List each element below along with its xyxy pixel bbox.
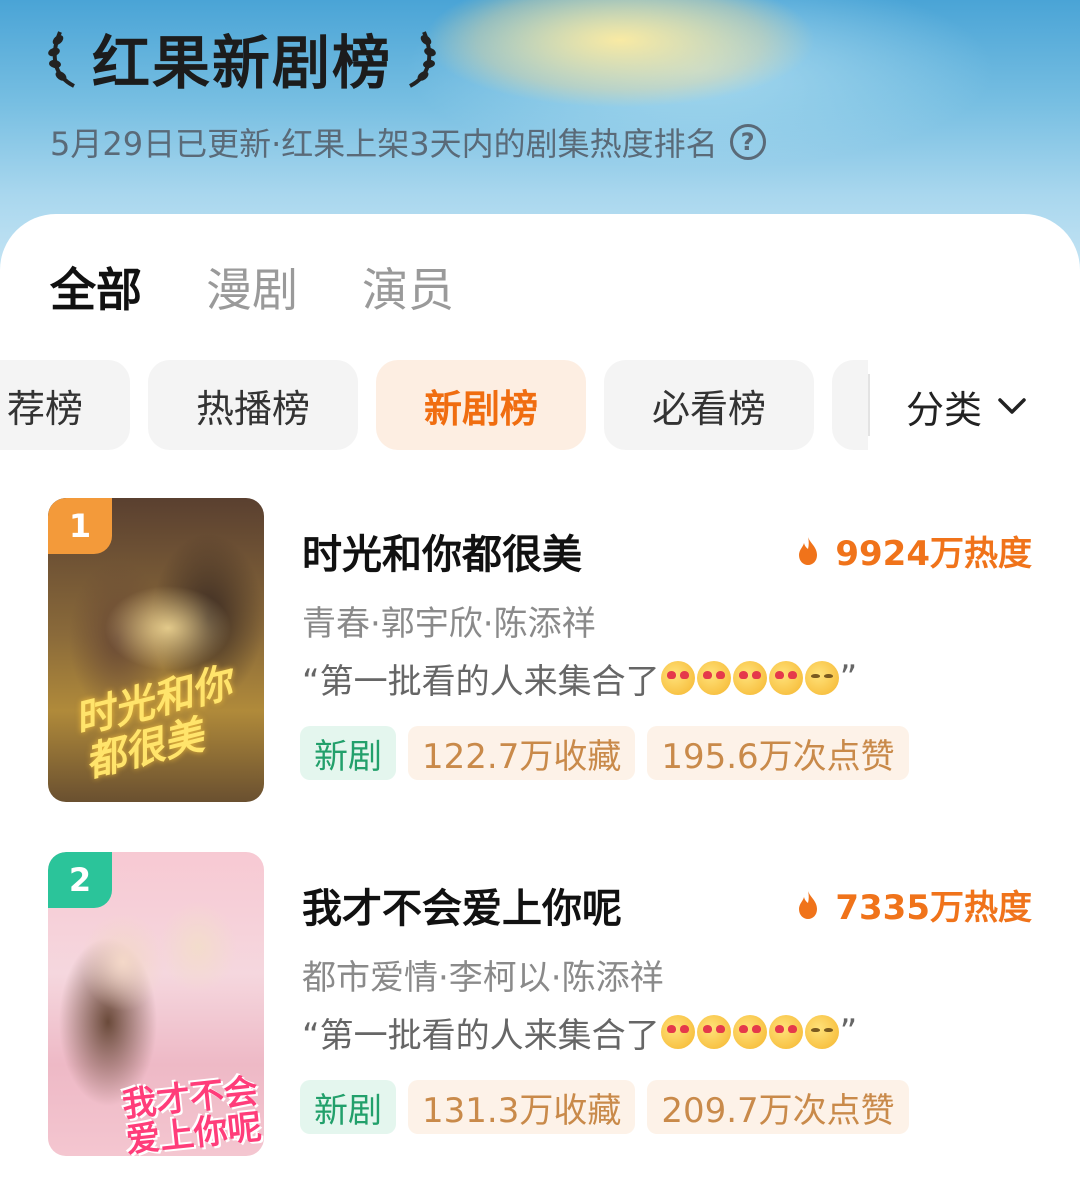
satisfied-emoji-icon xyxy=(804,661,839,695)
quote-text: “第一批看的人来集合了 xyxy=(302,1015,660,1056)
ranking-chip-row: 荐榜 热播榜 新剧榜 必看榜 xyxy=(0,360,868,450)
laurel-left-icon xyxy=(48,31,75,88)
heart-eyes-emoji-icon xyxy=(660,661,695,695)
tag-favorites: 131.3万收藏 xyxy=(408,1080,636,1134)
heart-eyes-emoji-icon xyxy=(768,1015,803,1049)
heat-text: 9924万热度 xyxy=(835,534,1032,574)
tag-likes: 209.7万次点赞 xyxy=(647,1080,909,1134)
drama-meta: 青春·郭宇欣·陈添祥 xyxy=(302,604,596,644)
heat-text: 7335万热度 xyxy=(835,888,1032,928)
title-text: 红果新剧榜 xyxy=(92,29,393,97)
drama-meta: 都市爱情·李柯以·陈添祥 xyxy=(302,958,664,998)
rank-badge: 2 xyxy=(48,852,112,908)
heart-eyes-emoji-icon xyxy=(732,1015,767,1049)
tag-likes: 195.6万次点赞 xyxy=(647,726,909,780)
quote-close: ” xyxy=(839,658,858,698)
help-icon[interactable]: ? xyxy=(729,124,766,160)
category-label: 分类 xyxy=(906,387,983,432)
drama-quote: “第一批看的人来集合了 ” xyxy=(302,654,857,702)
drama-list-item-1[interactable]: 1 时光和你都很美 时光和你都很美 9924万热度 青春·郭宇欣·陈添祥 “第一… xyxy=(48,498,1048,806)
drama-title[interactable]: 我才不会爱上你呢 xyxy=(302,876,622,934)
subtitle-text: 5月29日已更新·红果上架3天内的剧集热度排名 xyxy=(50,125,718,163)
chip-new[interactable]: 新剧榜 xyxy=(376,360,586,450)
main-tab-bar: 全部 漫剧 演员 xyxy=(50,254,518,320)
chip-more[interactable] xyxy=(832,360,868,450)
page-title: 红果新剧榜 xyxy=(44,18,440,98)
heart-eyes-emoji-icon xyxy=(732,661,767,695)
tag-new: 新剧 xyxy=(300,1080,396,1134)
poster-title-art: 我才不会爱上你呢 xyxy=(120,1071,264,1156)
heart-eyes-emoji-icon xyxy=(660,1015,695,1049)
laurel-right-icon xyxy=(409,31,436,88)
poster-title-art: 时光和你都很美 xyxy=(69,660,237,787)
tag-favorites: 122.7万收藏 xyxy=(408,726,636,780)
flame-icon xyxy=(799,536,818,565)
chevron-down-icon xyxy=(998,398,1026,414)
chip-hot[interactable]: 热播榜 xyxy=(148,360,358,450)
tag-row: 新剧 131.3万收藏 209.7万次点赞 xyxy=(300,1080,921,1134)
heat-score: 9924万热度 xyxy=(795,526,1032,575)
chip-divider xyxy=(868,374,870,436)
chip-recommend[interactable]: 荐榜 xyxy=(0,360,130,450)
chip-label: 荐榜 xyxy=(6,386,83,431)
category-button[interactable]: 分类 xyxy=(906,376,1032,436)
tab-all[interactable]: 全部 xyxy=(50,254,142,320)
satisfied-emoji-icon xyxy=(804,1015,839,1049)
drama-list-item-2[interactable]: 2 我才不会爱上你呢 我才不会爱上你呢 7335万热度 都市爱情·李柯以·陈添祥… xyxy=(48,852,1048,1160)
heart-eyes-emoji-icon xyxy=(696,661,731,695)
chip-label: 新剧榜 xyxy=(423,386,538,431)
chip-must-watch[interactable]: 必看榜 xyxy=(604,360,814,450)
heart-eyes-emoji-icon xyxy=(696,1015,731,1049)
tag-new: 新剧 xyxy=(300,726,396,780)
tag-row: 新剧 122.7万收藏 195.6万次点赞 xyxy=(300,726,921,780)
quote-text: “第一批看的人来集合了 xyxy=(302,661,660,702)
drama-title[interactable]: 时光和你都很美 xyxy=(302,522,582,580)
heart-eyes-emoji-icon xyxy=(768,661,803,695)
drama-quote: “第一批看的人来集合了 ” xyxy=(302,1008,857,1056)
poster-image[interactable]: 1 时光和你都很美 xyxy=(48,498,264,802)
flame-icon xyxy=(799,890,818,919)
chip-label: 热播榜 xyxy=(195,386,310,431)
rank-badge: 1 xyxy=(48,498,112,554)
tab-comic[interactable]: 漫剧 xyxy=(206,254,298,320)
chip-label: 必看榜 xyxy=(651,386,766,431)
quote-close: ” xyxy=(839,1012,858,1052)
tab-actors[interactable]: 演员 xyxy=(362,254,454,320)
poster-image[interactable]: 2 我才不会爱上你呢 xyxy=(48,852,264,1156)
page-subtitle: 5月29日已更新·红果上架3天内的剧集热度排名 ? xyxy=(50,118,766,166)
heat-score: 7335万热度 xyxy=(795,880,1032,929)
